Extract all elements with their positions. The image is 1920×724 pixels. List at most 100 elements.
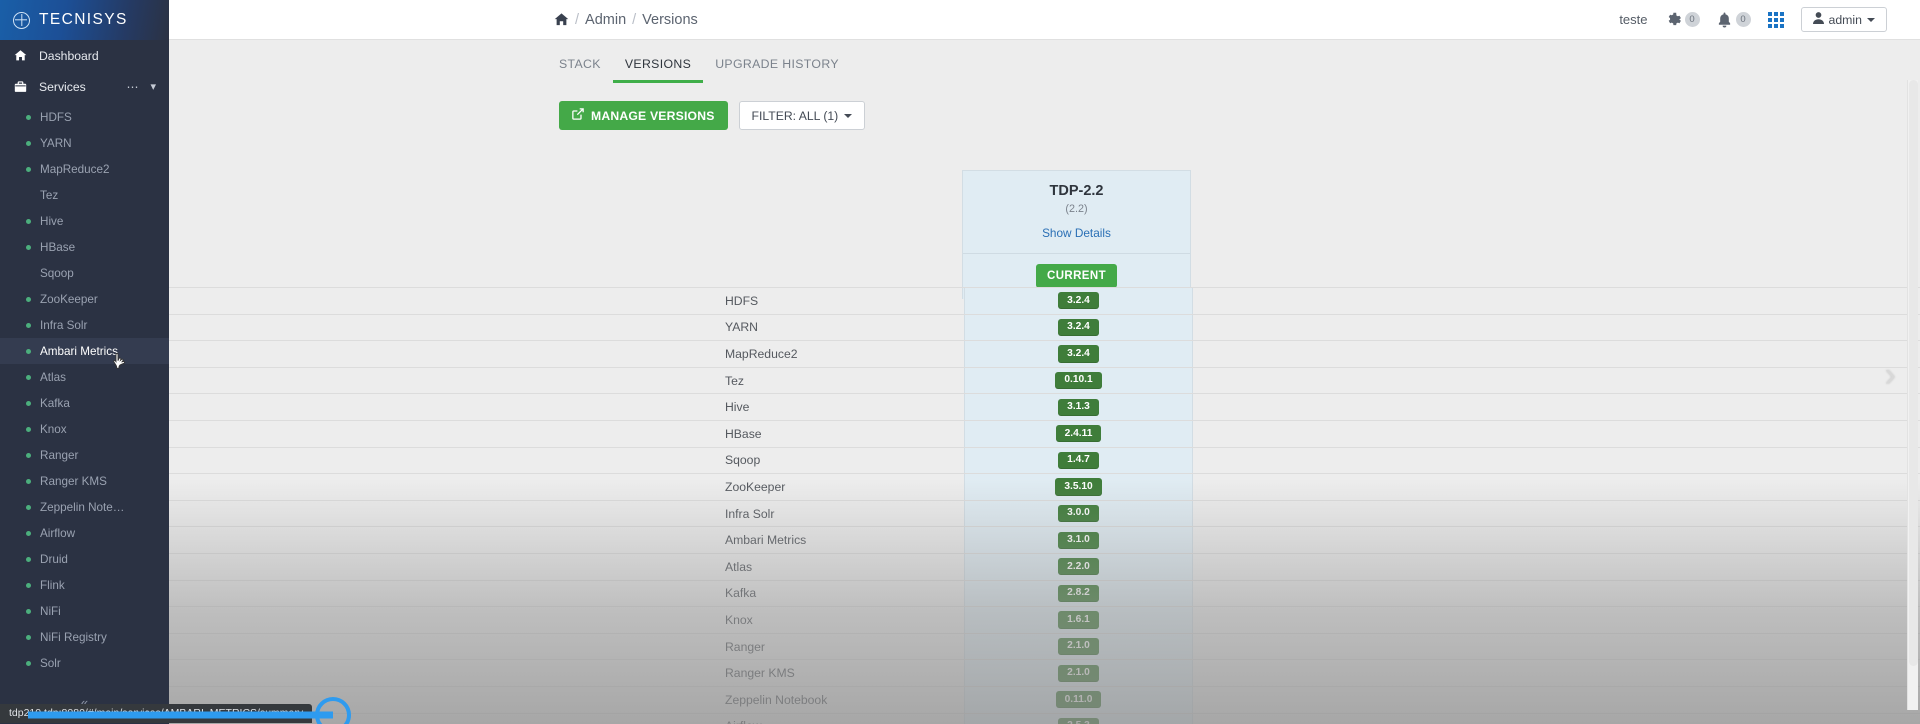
service-list: HDFS YARN MapReduce2 Tez Hive HBase Sqoop ZooKe… bbox=[0, 102, 169, 676]
briefcase-icon bbox=[13, 80, 28, 93]
service-name-cell: Ranger KMS bbox=[725, 666, 795, 681]
tab-upgrade-history[interactable]: UPGRADE HISTORY bbox=[703, 50, 851, 83]
status-dot bbox=[26, 193, 31, 198]
sidebar-item-dashboard[interactable]: Dashboard bbox=[0, 40, 169, 71]
chevron-right-icon[interactable]: › bbox=[1885, 358, 1896, 392]
filter-label: FILTER: ALL (1) bbox=[751, 108, 839, 123]
sidebar-item-hdfs[interactable]: HDFS bbox=[0, 104, 169, 130]
service-version-cell: 2.2.0 bbox=[964, 553, 1193, 580]
toolbar: MANAGE VERSIONS FILTER: ALL (1) bbox=[169, 83, 1920, 130]
breadcrumb-versions[interactable]: Versions bbox=[642, 12, 698, 28]
sidebar-item-airflow[interactable]: Airflow bbox=[0, 520, 169, 546]
version-badge: 3.0.0 bbox=[1058, 504, 1099, 523]
scrollbar-thumb[interactable] bbox=[1909, 80, 1918, 666]
service-version-cell: 0.11.0 bbox=[964, 686, 1193, 713]
sidebar-item-flink[interactable]: Flink bbox=[0, 572, 169, 598]
home-icon[interactable] bbox=[554, 12, 569, 27]
status-dot bbox=[26, 271, 31, 276]
sidebar-item-tez[interactable]: Tez bbox=[0, 182, 169, 208]
ellipsis-icon[interactable]: ⋯ bbox=[126, 80, 139, 94]
service-name-cell: HBase bbox=[725, 426, 762, 441]
row-gutter bbox=[169, 448, 716, 474]
manage-versions-button[interactable]: MANAGE VERSIONS bbox=[559, 101, 728, 130]
page-scrollbar[interactable] bbox=[1907, 80, 1918, 710]
user-menu-button[interactable]: admin bbox=[1800, 7, 1887, 32]
version-rows: HDFS 3.2.4 YARN 3.2.4 MapReduce2 3.2.4 Tez 0.10… bbox=[169, 287, 1920, 724]
table-row: Knox 1.6.1 bbox=[169, 606, 1920, 633]
sidebar-item-yarn[interactable]: YARN bbox=[0, 130, 169, 156]
sidebar-item-sqoop[interactable]: Sqoop bbox=[0, 260, 169, 286]
show-details-link[interactable]: Show Details bbox=[963, 226, 1190, 240]
table-row: Zeppelin Notebook 0.11.0 bbox=[169, 685, 1920, 713]
sidebar-item-ranger[interactable]: Ranger bbox=[0, 442, 169, 468]
row-gutter bbox=[169, 341, 716, 367]
service-version-cell: 3.2.4 bbox=[964, 288, 1193, 314]
row-tail bbox=[1193, 634, 1920, 660]
table-row: Ambari Metrics 3.1.0 bbox=[169, 526, 1920, 553]
sidebar-item-ambari-metrics[interactable]: Ambari Metrics bbox=[0, 338, 169, 364]
table-row: HBase 2.4.11 bbox=[169, 419, 1920, 447]
version-badge: 3.5.10 bbox=[1055, 478, 1102, 496]
sidebar-item-services[interactable]: Services ⋯ ▾ bbox=[0, 71, 169, 102]
status-dot bbox=[26, 530, 31, 536]
sidebar-item-label: Ranger bbox=[40, 448, 79, 462]
status-dot bbox=[26, 322, 31, 328]
sidebar-item-atlas[interactable]: Atlas bbox=[0, 364, 169, 390]
sidebar-item-label: Zeppelin Note… bbox=[40, 500, 125, 514]
sidebar-item-hive[interactable]: Hive bbox=[0, 208, 169, 234]
chevron-down-icon[interactable]: ▾ bbox=[150, 80, 156, 93]
service-name-cell: Sqoop bbox=[725, 453, 761, 468]
sidebar-item-label: Kafka bbox=[40, 396, 70, 410]
sidebar-item-zeppelin-note[interactable]: Zeppelin Note… bbox=[0, 494, 169, 520]
status-bar: tdp210.tdp:8080/#/main/services/AMBARI_M… bbox=[0, 702, 313, 724]
sidebar-item-druid[interactable]: Druid bbox=[0, 546, 169, 572]
row-tail bbox=[1193, 714, 1920, 724]
status-dot bbox=[26, 218, 31, 224]
version-badge: 1.6.1 bbox=[1058, 611, 1099, 629]
breadcrumb-admin[interactable]: Admin bbox=[585, 12, 626, 28]
version-badge: 0.10.1 bbox=[1055, 371, 1102, 390]
sidebar-item-infra-solr[interactable]: Infra Solr bbox=[0, 312, 169, 338]
row-tail bbox=[1193, 394, 1920, 420]
filter-button[interactable]: FILTER: ALL (1) bbox=[738, 101, 866, 130]
sidebar-item-label: ZooKeeper bbox=[40, 292, 98, 306]
brand-header[interactable]: TECNISYS bbox=[0, 0, 169, 40]
sidebar-item-label: Flink bbox=[40, 578, 65, 592]
service-version-cell: 2.4.11 bbox=[964, 420, 1193, 447]
service-version-cell: 3.1.3 bbox=[964, 394, 1193, 420]
status-dot bbox=[26, 400, 31, 406]
crosshair-logo-icon bbox=[13, 11, 30, 29]
row-gutter bbox=[169, 421, 716, 447]
sidebar-item-hbase[interactable]: HBase bbox=[0, 234, 169, 260]
service-name-cell: ZooKeeper bbox=[725, 479, 786, 494]
version-badge: 3.2.4 bbox=[1058, 345, 1099, 363]
row-tail bbox=[1193, 474, 1920, 500]
background-operations-button[interactable]: 0 bbox=[1665, 12, 1700, 28]
sidebar-item-nifi[interactable]: NiFi bbox=[0, 598, 169, 624]
user-menu-label: admin bbox=[1828, 12, 1863, 27]
status-link-preview: tdp210.tdp:8080/#/main/services/AMBARI_M… bbox=[0, 703, 313, 723]
tab-versions[interactable]: VERSIONS bbox=[612, 50, 704, 83]
row-gutter bbox=[169, 288, 716, 314]
sidebar-item-kafka[interactable]: Kafka bbox=[0, 390, 169, 416]
sidebar-item-zookeeper[interactable]: ZooKeeper bbox=[0, 286, 169, 312]
mouse-cursor bbox=[112, 352, 128, 372]
sidebar-item-label: Solr bbox=[40, 656, 61, 670]
top-header: / Admin / Versions teste 0 0 admin bbox=[169, 0, 1920, 40]
sidebar-item-ranger-kms[interactable]: Ranger KMS bbox=[0, 468, 169, 494]
sidebar-item-solr[interactable]: Solr bbox=[0, 650, 169, 676]
sidebar-item-knox[interactable]: Knox bbox=[0, 416, 169, 442]
tab-stack[interactable]: STACK bbox=[547, 50, 613, 83]
version-card-header: TDP-2.2 (2.2) Show Details CURRENT bbox=[962, 170, 1191, 299]
grid-apps-icon[interactable] bbox=[1767, 11, 1784, 28]
service-version-cell: 2.1.0 bbox=[964, 633, 1193, 660]
status-dot bbox=[26, 348, 31, 354]
status-dot bbox=[26, 582, 31, 588]
alerts-button[interactable]: 0 bbox=[1717, 12, 1751, 28]
sidebar-item-nifi-registry[interactable]: NiFi Registry bbox=[0, 624, 169, 650]
service-name-cell: Hive bbox=[725, 400, 750, 415]
row-tail bbox=[1193, 607, 1920, 633]
service-name-cell: Knox bbox=[725, 612, 753, 627]
sidebar-item-mapreduce2[interactable]: MapReduce2 bbox=[0, 156, 169, 182]
sidebar-item-label: MapReduce2 bbox=[40, 162, 110, 176]
